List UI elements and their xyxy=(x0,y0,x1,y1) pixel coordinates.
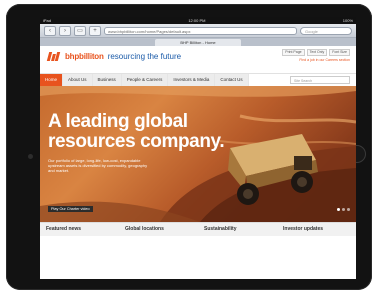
font-size-link[interactable]: Font Size xyxy=(329,49,350,56)
section-sustainability[interactable]: Sustainability xyxy=(198,223,277,236)
logo-text: bhpbilliton xyxy=(65,52,104,61)
camera-icon xyxy=(28,154,33,159)
url-field[interactable]: www.bhpbilliton.com/home/Pages/default.a… xyxy=(104,26,297,35)
forward-icon[interactable]: › xyxy=(59,25,71,36)
section-featured-news[interactable]: Featured news xyxy=(40,223,119,236)
careers-link[interactable]: Find a job in our Careers section xyxy=(299,58,350,62)
hero-video-button[interactable]: Play Our Charter video xyxy=(48,206,93,212)
logo[interactable]: bhpbilliton resourcing the future xyxy=(46,52,182,61)
ipad-frame: iPad 12:00 PM 100% ‹ › ▭ + www.bhpbillit… xyxy=(6,4,372,290)
browser-tab[interactable]: BHP Billiton - Home xyxy=(155,39,241,46)
tagline: resourcing the future xyxy=(107,52,182,61)
section-investor-updates[interactable]: Investor updates xyxy=(277,223,356,236)
nav-item-contact[interactable]: Contact Us xyxy=(215,74,249,86)
ipad-screen: iPad 12:00 PM 100% ‹ › ▭ + www.bhpbillit… xyxy=(40,17,356,279)
search-field[interactable]: Google xyxy=(300,26,352,35)
nav-item-about[interactable]: About Us xyxy=(63,74,93,86)
utility-links: Print Page Text Only Font Size xyxy=(282,49,350,56)
site-search-input[interactable]: Site Search xyxy=(290,76,350,84)
status-carrier: iPad xyxy=(43,18,52,23)
nav-item-careers[interactable]: People & Careers xyxy=(121,74,169,86)
print-page-link[interactable]: Print Page xyxy=(282,49,305,56)
bookmarks-icon[interactable]: ▭ xyxy=(74,25,86,36)
text-only-link[interactable]: Text Only xyxy=(306,49,328,56)
share-icon[interactable]: + xyxy=(89,25,101,36)
browser-toolbar: ‹ › ▭ + www.bhpbilliton.com/home/Pages/d… xyxy=(40,24,356,38)
carousel-dot[interactable] xyxy=(337,208,340,211)
carousel-dot[interactable] xyxy=(342,208,345,211)
hero-title: A leading global resources company. xyxy=(48,111,225,152)
carousel-dot[interactable] xyxy=(347,208,350,211)
logo-mark-icon xyxy=(46,52,62,61)
hero-description: Our portfolio of large, long-life, low-c… xyxy=(48,158,148,173)
hero-banner[interactable]: A leading global resources company. Our … xyxy=(40,86,356,222)
status-bar: iPad 12:00 PM 100% xyxy=(40,17,356,24)
nav-item-home[interactable]: Home xyxy=(40,74,64,86)
section-global-locations[interactable]: Global locations xyxy=(119,223,198,236)
status-time: 12:00 PM xyxy=(188,18,206,23)
hero-image xyxy=(40,86,356,222)
browser-tabstrip: BHP Billiton - Home xyxy=(40,38,356,46)
main-nav: Home About Us Business People & Careers … xyxy=(40,74,356,86)
section-headings: Featured news Global locations Sustainab… xyxy=(40,222,356,236)
nav-item-business[interactable]: Business xyxy=(92,74,122,86)
nav-item-investors[interactable]: Investors & Media xyxy=(168,74,216,86)
site-header: bhpbilliton resourcing the future Print … xyxy=(40,46,356,74)
back-icon[interactable]: ‹ xyxy=(44,25,56,36)
carousel-dots xyxy=(337,208,350,211)
status-battery: 100% xyxy=(342,18,353,23)
